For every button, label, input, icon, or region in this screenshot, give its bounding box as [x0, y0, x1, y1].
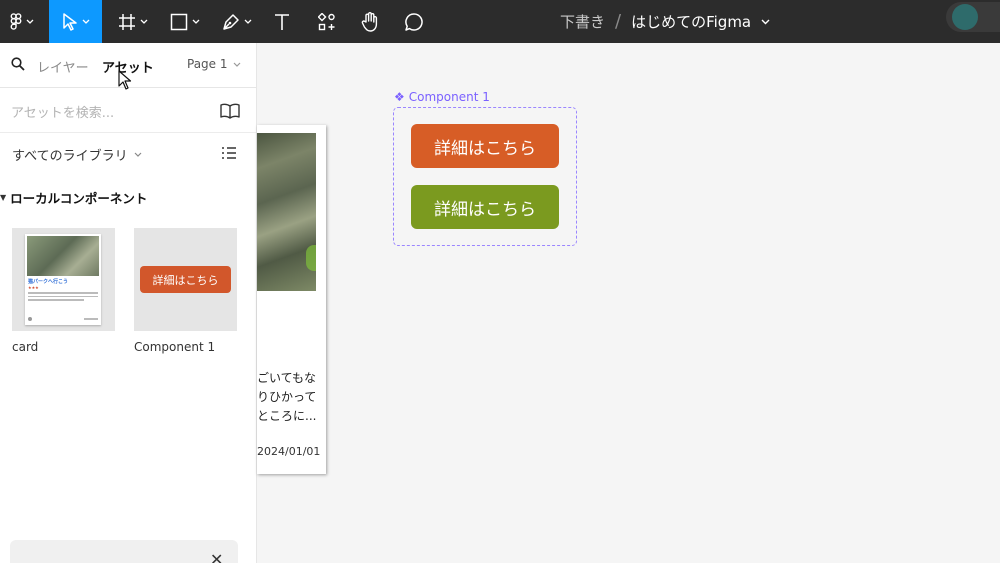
user-menu[interactable]	[946, 2, 1000, 32]
chevron-down-icon	[82, 19, 89, 24]
mini-card-stars: ★★★	[28, 285, 39, 290]
chevron-down-icon	[140, 19, 148, 24]
mini-card-preview: 猫パークへ行こう ★★★	[25, 234, 101, 325]
close-icon[interactable]: ✕	[210, 550, 223, 563]
avatar[interactable]	[952, 4, 978, 30]
mini-card-footer	[28, 317, 98, 321]
search-icon[interactable]	[11, 57, 25, 71]
toolbar: 下書き / はじめてのFigma	[0, 0, 1000, 43]
card-date: 2024/01/01	[257, 445, 321, 458]
hand-icon	[361, 11, 378, 32]
caret-down-icon: ▼	[0, 193, 7, 202]
card-text-line: ごいてもな	[257, 371, 317, 385]
breadcrumb-draft[interactable]: 下書き	[560, 11, 605, 32]
detail-button-green[interactable]: 詳細はこちら	[411, 185, 559, 229]
move-tool-button[interactable]	[49, 0, 102, 43]
mini-card-photo	[27, 236, 99, 276]
panel-tabs: レイヤー アセット Page 1	[0, 43, 256, 90]
frame-tool-button[interactable]	[112, 0, 154, 43]
rectangle-icon	[170, 13, 188, 30]
shape-tool-button[interactable]	[164, 0, 206, 43]
breadcrumb: 下書き / はじめてのFigma	[560, 0, 770, 43]
asset-search-bar[interactable]: アセットを検索...	[0, 89, 256, 133]
comment-tool-button[interactable]	[400, 0, 428, 43]
list-view-icon[interactable]	[221, 146, 237, 160]
chevron-down-icon	[233, 62, 240, 67]
chevron-down-icon	[244, 19, 252, 24]
section-title: ローカルコンポーネント	[10, 191, 148, 206]
mini-card-title: 猫パークへ行こう	[28, 279, 69, 285]
library-filter[interactable]: すべてのライブラリ	[12, 145, 142, 164]
asset-card-thumbnail[interactable]: 猫パークへ行こう ★★★	[12, 228, 115, 331]
figma-menu-button[interactable]	[0, 0, 43, 43]
card-photo	[257, 133, 316, 291]
component-label[interactable]: ❖ Component 1	[394, 90, 490, 104]
card-text-line: りひかって	[257, 390, 317, 404]
resources-tool-button[interactable]	[312, 0, 342, 43]
asset-search-input[interactable]: アセットを検索...	[11, 102, 114, 121]
chevron-down-icon[interactable]	[761, 19, 770, 25]
resources-icon	[318, 12, 335, 30]
library-filter-label: すべてのライブラリ	[12, 149, 128, 164]
card-text-line: ところに...	[257, 409, 317, 423]
pen-icon	[223, 13, 239, 30]
hand-tool-button[interactable]	[356, 0, 384, 43]
asset-component-thumbnail[interactable]: 詳細はこちら	[134, 228, 237, 331]
breadcrumb-separator: /	[615, 11, 622, 32]
asset-card-label: card	[12, 340, 39, 354]
library-book-icon[interactable]	[220, 103, 240, 119]
chevron-down-icon	[134, 152, 142, 157]
frame-hash-icon	[119, 13, 135, 30]
card-frame[interactable]: ごいてもな りひかって ところに... 2024/01/01	[257, 125, 326, 474]
page-selector-label: Page 1	[187, 57, 228, 71]
tab-layers[interactable]: レイヤー	[37, 57, 89, 76]
figma-logo-icon	[10, 13, 21, 30]
pen-tool-button[interactable]	[216, 0, 258, 43]
cursor-arrow-icon	[62, 12, 77, 31]
left-panel: レイヤー アセット Page 1 アセットを検索... すべてのライブラリ ▼ …	[0, 43, 257, 563]
component-icon: ❖	[394, 90, 405, 104]
file-name[interactable]: はじめてのFigma	[631, 11, 751, 32]
page-selector[interactable]: Page 1	[187, 57, 241, 71]
detail-button-orange[interactable]: 詳細はこちら	[411, 124, 559, 168]
chevron-down-icon	[26, 19, 33, 24]
leaf-shape	[306, 245, 316, 271]
mouse-pointer-icon	[118, 70, 132, 90]
notice-panel: ✕	[10, 540, 238, 563]
text-tool-button[interactable]	[268, 0, 296, 43]
mini-card-text-lines	[28, 292, 98, 303]
component-name: Component 1	[408, 90, 490, 104]
chevron-down-icon	[192, 19, 200, 24]
local-components-section[interactable]: ▼ ローカルコンポーネント	[0, 188, 147, 207]
text-t-icon	[275, 13, 289, 30]
comment-bubble-icon	[405, 12, 423, 31]
asset-component-label: Component 1	[134, 340, 216, 354]
card-body-text: ごいてもな りひかって ところに...	[257, 369, 326, 426]
mini-button-preview: 詳細はこちら	[140, 266, 231, 293]
